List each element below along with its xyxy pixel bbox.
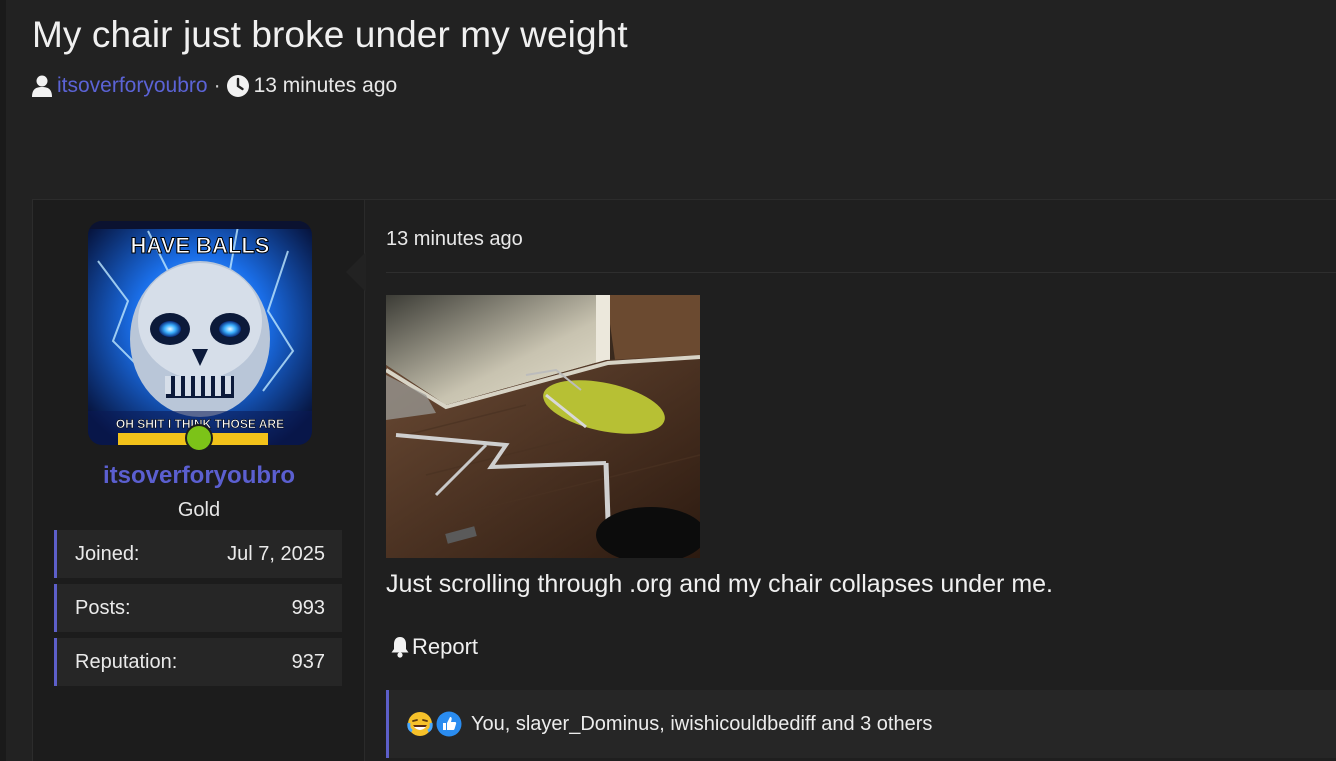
clock-icon <box>226 75 249 97</box>
user-icon <box>32 75 52 97</box>
meta-separator: · <box>213 74 221 97</box>
stat-value: 937 <box>291 650 325 673</box>
post-image[interactable] <box>386 295 700 558</box>
avatar[interactable]: HAVE BALLS OH SHIT I THINK THOSE ARE <box>88 221 312 445</box>
report-label: Report <box>412 634 479 659</box>
sidebar-username[interactable]: itsoverforyoubro <box>33 462 365 490</box>
post-container: HAVE BALLS OH SHIT I THINK THOSE ARE its… <box>32 199 1336 761</box>
stat-reputation: Reputation: 937 <box>54 638 342 686</box>
divider <box>386 272 1336 273</box>
reactions-summary[interactable]: You, slayer_Dominus, iwishicouldbediff a… <box>471 713 932 736</box>
thread-title: My chair just broke under my weight <box>32 14 628 55</box>
post-body: Just scrolling through .org and my chair… <box>386 570 1053 598</box>
thread-meta: itsoverforyoubro · 13 minutes ago <box>32 74 397 98</box>
user-rank: Gold <box>177 499 221 521</box>
reactions-bar[interactable]: You, slayer_Dominus, iwishicouldbediff a… <box>386 690 1336 758</box>
avatar-top-text: HAVE BALLS <box>131 233 270 258</box>
crying-laughing-emoji-icon <box>407 711 433 737</box>
post-time[interactable]: 13 minutes ago <box>386 228 523 251</box>
sidebar-pointer <box>346 252 366 292</box>
bell-icon <box>390 636 410 658</box>
stat-label: Posts: <box>75 596 131 619</box>
stat-label: Reputation: <box>75 650 178 673</box>
stat-joined: Joined: Jul 7, 2025 <box>54 530 342 578</box>
thumbs-up-icon <box>436 711 462 737</box>
user-sidebar: HAVE BALLS OH SHIT I THINK THOSE ARE its… <box>33 200 365 761</box>
stat-posts: Posts: 993 <box>54 584 342 632</box>
thread-time: 13 minutes ago <box>253 74 398 97</box>
post-content: 13 minutes ago Just scrolling through .o… <box>346 200 1336 761</box>
report-button[interactable]: Report <box>390 634 478 660</box>
stat-value: Jul 7, 2025 <box>227 542 325 565</box>
thread-author-link[interactable]: itsoverforyoubro <box>57 74 208 98</box>
thread-page: My chair just broke under my weight itso… <box>0 0 1336 761</box>
stat-value: 993 <box>291 596 325 619</box>
stat-label: Joined: <box>75 542 140 565</box>
online-status-indicator <box>185 424 213 452</box>
